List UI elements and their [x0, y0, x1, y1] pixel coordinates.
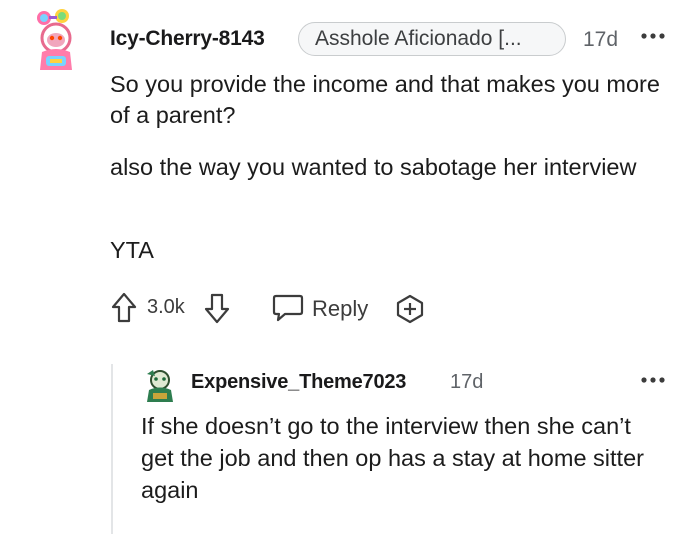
comment-paragraph: So you provide the income and that makes…: [110, 71, 660, 128]
reply-text: If she doesn’t go to the interview then …: [141, 413, 644, 503]
comment-paragraph: also the way you wanted to sabotage her …: [110, 154, 637, 180]
reply-username[interactable]: Expensive_Theme7023: [191, 371, 406, 394]
more-dots-icon: [641, 33, 665, 39]
award-button[interactable]: [393, 293, 427, 325]
downvote-button[interactable]: [203, 291, 231, 325]
comment-timestamp[interactable]: 17d: [583, 28, 618, 52]
upvote-button[interactable]: [110, 291, 138, 325]
more-dots-icon: [641, 377, 665, 383]
upvote-arrow-icon: [111, 292, 137, 323]
user-flair: Asshole Aficionado [...: [298, 22, 566, 56]
speech-bubble-icon: [272, 294, 304, 322]
comment-paragraph: YTA: [110, 237, 154, 263]
downvote-arrow-icon: [204, 293, 230, 324]
reply-label[interactable]: Reply: [312, 296, 368, 322]
reply-more-options-button[interactable]: [640, 372, 668, 383]
vote-count: 3.0k: [147, 296, 185, 318]
thread-line[interactable]: [111, 364, 113, 534]
award-plus-icon: [396, 294, 424, 324]
comment-username[interactable]: Icy-Cherry-8143: [110, 27, 265, 51]
reply-button[interactable]: [271, 292, 305, 324]
reply-timestamp[interactable]: 17d: [450, 371, 483, 394]
reply-avatar[interactable]: [143, 366, 177, 404]
user-avatar[interactable]: [34, 8, 90, 72]
more-options-button[interactable]: [640, 28, 668, 39]
